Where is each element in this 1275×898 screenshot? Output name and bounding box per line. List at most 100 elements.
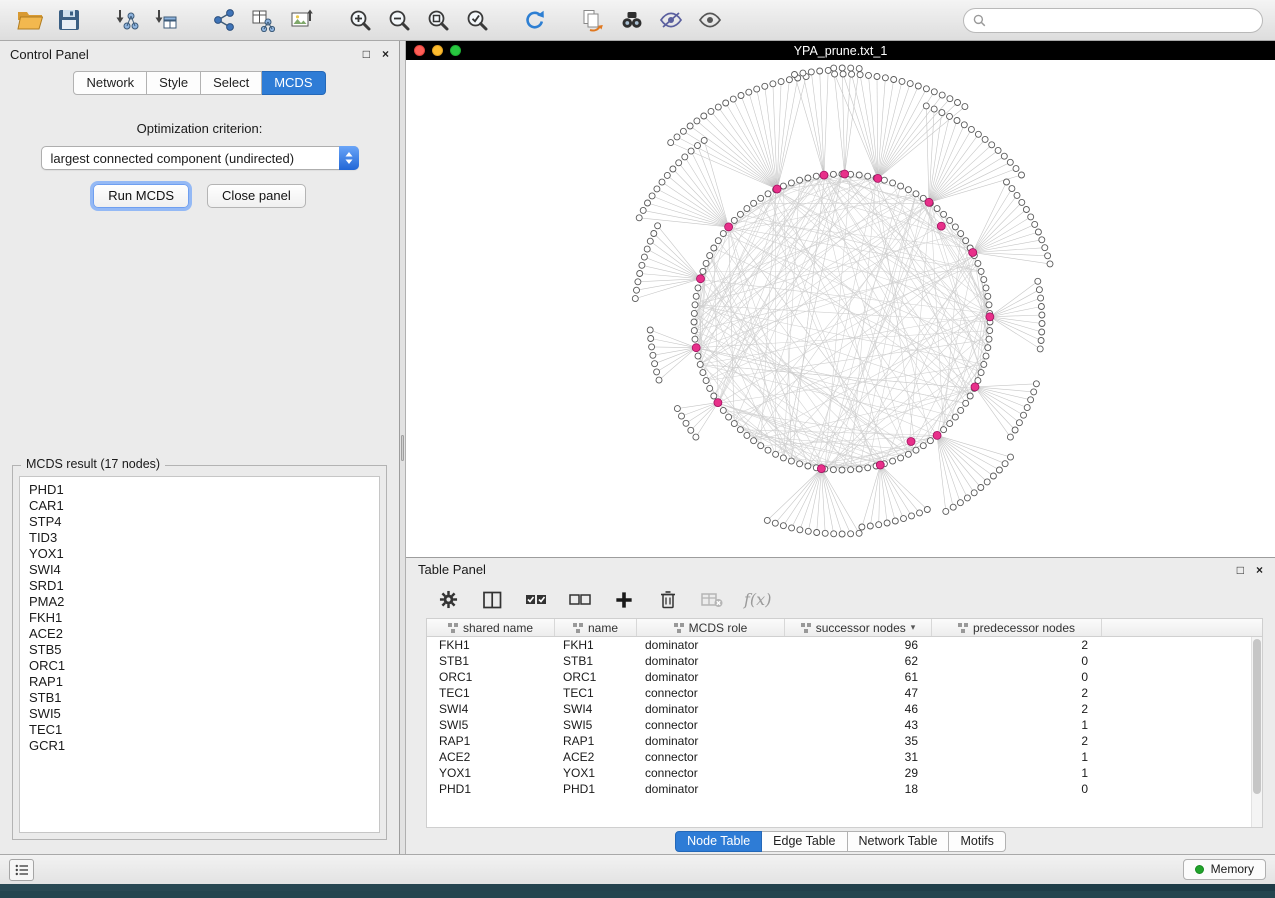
table-settings-button[interactable] bbox=[436, 588, 460, 612]
eye-icon bbox=[697, 8, 723, 32]
open-session-button[interactable] bbox=[12, 4, 48, 36]
table-cell: 29 bbox=[785, 766, 932, 780]
column-header-shared-name[interactable]: shared name bbox=[427, 619, 555, 636]
tab-style[interactable]: Style bbox=[147, 71, 201, 95]
mcds-result-item[interactable]: STB5 bbox=[29, 642, 370, 658]
network-share-icon bbox=[212, 8, 236, 32]
mcds-result-item[interactable]: SWI5 bbox=[29, 706, 370, 722]
close-panel-icon[interactable]: × bbox=[382, 48, 389, 60]
tab-select[interactable]: Select bbox=[201, 71, 262, 95]
save-session-button[interactable] bbox=[51, 4, 87, 36]
tab-network-table[interactable]: Network Table bbox=[848, 831, 950, 852]
mcds-result-item[interactable]: PHD1 bbox=[29, 482, 370, 498]
close-panel-button[interactable]: Close panel bbox=[207, 184, 306, 208]
mcds-result-item[interactable]: STP4 bbox=[29, 514, 370, 530]
float-panel-icon[interactable]: □ bbox=[363, 48, 370, 60]
tab-network[interactable]: Network bbox=[73, 71, 147, 95]
table-row[interactable]: RAP1RAP1dominator352 bbox=[427, 733, 1262, 749]
table-cell: 1 bbox=[932, 766, 1102, 780]
show-all-button[interactable] bbox=[692, 4, 728, 36]
tab-node-table[interactable]: Node Table bbox=[675, 831, 762, 852]
table-cell: FKH1 bbox=[427, 638, 555, 652]
network-window-titlebar[interactable]: YPA_prune.txt_1 bbox=[406, 41, 1275, 60]
table-cell: connector bbox=[637, 718, 785, 732]
minimize-window-icon[interactable] bbox=[432, 45, 443, 56]
table-panel-header: Table Panel □ × bbox=[406, 558, 1275, 581]
column-header-predecessor-nodes[interactable]: predecessor nodes bbox=[932, 619, 1102, 636]
mcds-result-item[interactable]: ACE2 bbox=[29, 626, 370, 642]
tab-edge-table[interactable]: Edge Table bbox=[762, 831, 847, 852]
hide-selected-button[interactable] bbox=[653, 4, 689, 36]
delete-column-button[interactable] bbox=[656, 588, 680, 612]
show-columns-button[interactable] bbox=[480, 588, 504, 612]
binoculars-icon bbox=[620, 8, 644, 32]
table-row[interactable]: PHD1PHD1dominator180 bbox=[427, 781, 1262, 797]
new-network-button[interactable] bbox=[206, 4, 242, 36]
deselect-all-rows-button[interactable] bbox=[568, 588, 592, 612]
optimization-select[interactable]: largest connected component (undirected) bbox=[41, 146, 359, 170]
search-box[interactable] bbox=[963, 8, 1263, 33]
node-table: shared name name MCDS role successo bbox=[426, 618, 1263, 828]
table-row[interactable]: STB1STB1dominator620 bbox=[427, 653, 1262, 669]
apply-layout-button[interactable] bbox=[517, 4, 553, 36]
table-cell: ACE2 bbox=[427, 750, 555, 764]
memory-status-icon bbox=[1195, 865, 1204, 874]
close-table-panel-icon[interactable]: × bbox=[1256, 564, 1263, 576]
select-all-rows-button[interactable] bbox=[524, 588, 548, 612]
table-cell: FKH1 bbox=[555, 638, 637, 652]
mcds-result-item[interactable]: TEC1 bbox=[29, 722, 370, 738]
mcds-result-item[interactable]: PMA2 bbox=[29, 594, 370, 610]
zoom-out-button[interactable] bbox=[381, 4, 417, 36]
table-row[interactable]: TEC1TEC1connector472 bbox=[427, 685, 1262, 701]
network-canvas[interactable] bbox=[406, 60, 1274, 557]
zoom-selected-button[interactable] bbox=[459, 4, 495, 36]
table-row[interactable]: ORC1ORC1dominator610 bbox=[427, 669, 1262, 685]
search-neighbors-button[interactable] bbox=[614, 4, 650, 36]
float-table-panel-icon[interactable]: □ bbox=[1237, 564, 1244, 576]
network-table-button[interactable] bbox=[245, 4, 281, 36]
mcds-result-item[interactable]: ORC1 bbox=[29, 658, 370, 674]
tab-mcds[interactable]: MCDS bbox=[262, 71, 325, 95]
maximize-window-icon[interactable] bbox=[450, 45, 461, 56]
clone-network-button[interactable] bbox=[575, 4, 611, 36]
splitter-grip[interactable] bbox=[401, 435, 404, 461]
table-row[interactable]: YOX1YOX1connector291 bbox=[427, 765, 1262, 781]
sort-direction-icon[interactable]: ▾ bbox=[911, 622, 916, 633]
column-header-mcds-role[interactable]: MCDS role bbox=[637, 619, 785, 636]
table-row[interactable]: SWI4SWI4dominator462 bbox=[427, 701, 1262, 717]
table-row[interactable]: SWI5SWI5connector431 bbox=[427, 717, 1262, 733]
mcds-result-item[interactable]: SWI4 bbox=[29, 562, 370, 578]
column-header-name[interactable]: name bbox=[555, 619, 637, 636]
memory-button[interactable]: Memory bbox=[1183, 859, 1266, 880]
close-window-icon[interactable] bbox=[414, 45, 425, 56]
mcds-result-item[interactable]: FKH1 bbox=[29, 610, 370, 626]
zoom-in-button[interactable] bbox=[342, 4, 378, 36]
column-sort-icon bbox=[801, 623, 811, 633]
search-input[interactable] bbox=[992, 12, 1253, 28]
export-image-button[interactable] bbox=[284, 4, 320, 36]
mcds-result-item[interactable]: RAP1 bbox=[29, 674, 370, 690]
table-row[interactable]: FKH1FKH1dominator962 bbox=[427, 637, 1262, 653]
import-network-icon bbox=[115, 8, 139, 32]
mcds-result-item[interactable]: CAR1 bbox=[29, 498, 370, 514]
function-builder-button[interactable]: f(x) bbox=[744, 590, 771, 609]
mcds-result-item[interactable]: YOX1 bbox=[29, 546, 370, 562]
table-scrollbar-thumb[interactable] bbox=[1253, 639, 1261, 794]
mcds-result-list[interactable]: PHD1CAR1STP4TID3YOX1SWI4SRD1PMA2FKH1ACE2… bbox=[19, 476, 380, 833]
column-header-successor-nodes[interactable]: successor nodes ▾ bbox=[785, 619, 932, 636]
table-row[interactable]: ACE2ACE2connector311 bbox=[427, 749, 1262, 765]
clear-table-button[interactable] bbox=[700, 588, 724, 612]
mcds-result-item[interactable]: SRD1 bbox=[29, 578, 370, 594]
mcds-result-item[interactable]: STB1 bbox=[29, 690, 370, 706]
panel-menu-button[interactable] bbox=[9, 859, 34, 881]
image-export-icon bbox=[290, 8, 314, 32]
mcds-result-item[interactable]: TID3 bbox=[29, 530, 370, 546]
table-scrollbar[interactable] bbox=[1251, 637, 1262, 827]
import-table-button[interactable] bbox=[148, 4, 184, 36]
zoom-fit-button[interactable] bbox=[420, 4, 456, 36]
mcds-result-item[interactable]: GCR1 bbox=[29, 738, 370, 754]
add-column-button[interactable] bbox=[612, 588, 636, 612]
run-mcds-button[interactable]: Run MCDS bbox=[93, 184, 189, 208]
import-network-button[interactable] bbox=[109, 4, 145, 36]
tab-motifs[interactable]: Motifs bbox=[949, 831, 1005, 852]
